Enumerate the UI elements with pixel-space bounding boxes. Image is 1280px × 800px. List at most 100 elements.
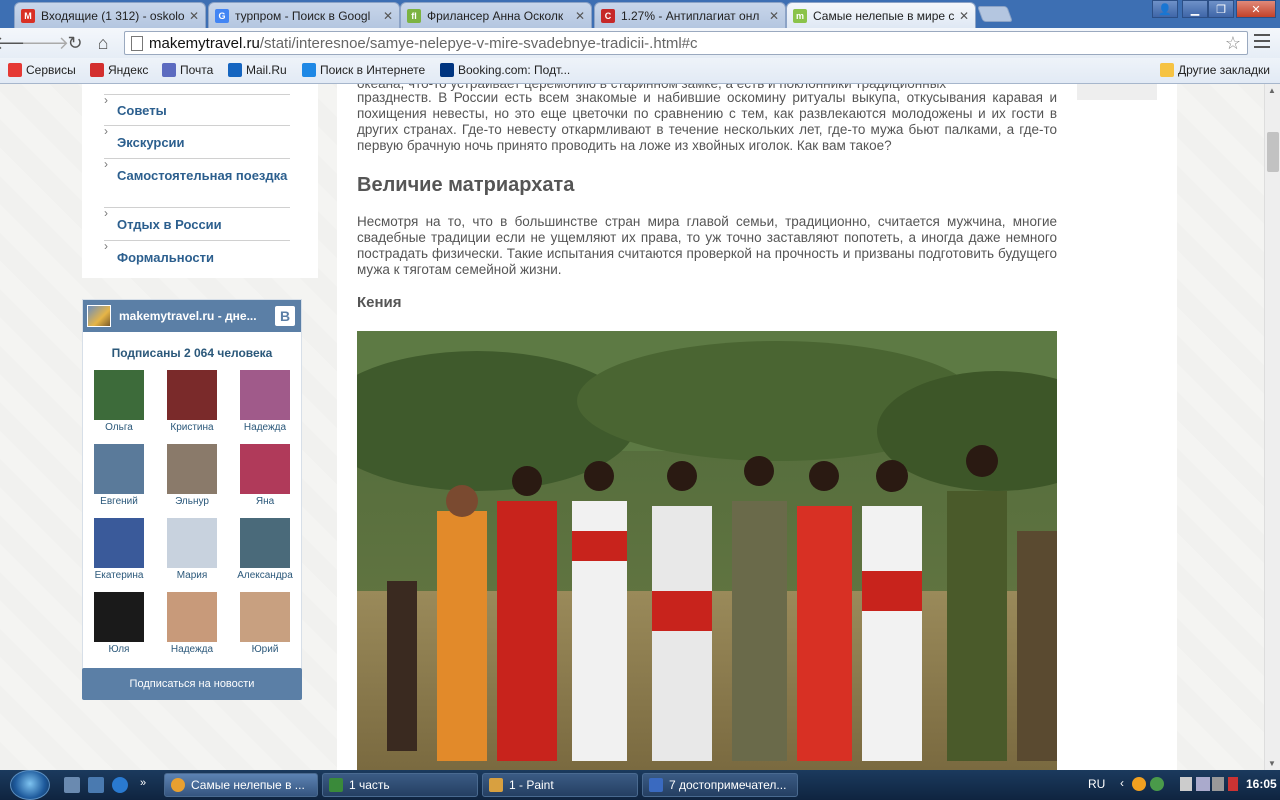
clock[interactable]: 16:05: [1246, 777, 1277, 791]
vk-header[interactable]: makemytravel.ru - дне... B: [83, 300, 301, 332]
article-intro: празднеств. В России есть всем знакомые …: [357, 90, 1057, 153]
explorer-icon[interactable]: [88, 777, 104, 793]
more-quicklaunch-icon[interactable]: »: [140, 777, 156, 793]
close-window-button[interactable]: ✕: [1236, 0, 1276, 18]
bookmark-star-icon[interactable]: ☆: [1225, 33, 1241, 54]
task-word-2[interactable]: 7 достопримечател...: [642, 773, 798, 797]
member-name[interactable]: Надежда: [235, 422, 295, 433]
member-avatar[interactable]: [94, 518, 144, 568]
tab-gmail[interactable]: M Входящие (1 312) - oskolo ✕: [14, 2, 206, 28]
minimize-button[interactable]: ▁: [1182, 0, 1208, 18]
vk-member[interactable]: Эльнур: [162, 444, 222, 507]
task-word-1[interactable]: 1 часть: [322, 773, 478, 797]
vk-member[interactable]: Надежда: [235, 370, 295, 433]
google-icon: G: [215, 8, 229, 23]
bookmark-yandex[interactable]: Яндекс: [90, 63, 148, 77]
vk-member[interactable]: Екатерина: [89, 518, 149, 581]
member-name[interactable]: Юля: [89, 644, 149, 655]
bookmark-services[interactable]: Сервисы: [8, 63, 76, 77]
subscribe-button[interactable]: Подписаться на новости: [82, 668, 302, 700]
close-tab-icon[interactable]: ✕: [189, 9, 199, 23]
tab-freelancer[interactable]: fl Фрилансер Анна Осколк ✕: [400, 2, 592, 28]
bookmark-search[interactable]: Поиск в Интернете: [302, 63, 425, 77]
bookmark-other[interactable]: Другие закладки: [1160, 63, 1270, 77]
member-name[interactable]: Юрий: [235, 644, 295, 655]
task-paint[interactable]: 1 - Paint: [482, 773, 638, 797]
vk-member[interactable]: Кристина: [162, 370, 222, 433]
bookmark-booking[interactable]: Booking.com: Подт...: [440, 63, 570, 77]
tab-active-article[interactable]: m Самые нелепые в мире с ✕: [786, 2, 976, 28]
tray-chevron-icon[interactable]: ‹: [1120, 776, 1124, 790]
category-formalities[interactable]: Формальности: [104, 238, 290, 275]
member-name[interactable]: Надежда: [162, 644, 222, 655]
member-avatar[interactable]: [94, 444, 144, 494]
tray-display-icon[interactable]: [1196, 777, 1210, 791]
vk-member[interactable]: Мария: [162, 518, 222, 581]
tray-app-icon-2[interactable]: [1150, 777, 1164, 791]
member-name[interactable]: Александра: [235, 570, 295, 581]
member-avatar[interactable]: [167, 370, 217, 420]
group-name[interactable]: makemytravel.ru - дне...: [119, 309, 257, 323]
vk-logo-icon[interactable]: B: [275, 306, 295, 326]
member-avatar[interactable]: [167, 592, 217, 642]
close-tab-icon[interactable]: ✕: [575, 9, 585, 23]
scroll-up-icon[interactable]: ▲: [1268, 86, 1276, 95]
tray-volume-icon[interactable]: [1212, 777, 1224, 791]
member-name[interactable]: Кристина: [162, 422, 222, 433]
member-name[interactable]: Яна: [235, 496, 295, 507]
category-sovety[interactable]: Советы: [104, 92, 290, 126]
tab-google-search[interactable]: G турпром - Поиск в Googl ✕: [208, 2, 400, 28]
tab-antiplagiat[interactable]: C 1.27% - Антиплагиат онл ✕: [594, 2, 786, 28]
member-avatar[interactable]: [94, 592, 144, 642]
vk-member[interactable]: Евгений: [89, 444, 149, 507]
maximize-button[interactable]: ❐: [1208, 0, 1234, 18]
page-icon: [131, 36, 143, 51]
vk-member[interactable]: Ольга: [89, 370, 149, 433]
bookmark-pochta[interactable]: Почта: [162, 63, 213, 77]
member-avatar[interactable]: [240, 518, 290, 568]
task-chrome[interactable]: Самые нелепые в ...: [164, 773, 318, 797]
tray-flag-icon[interactable]: [1228, 777, 1238, 791]
home-icon[interactable]: ⌂: [92, 32, 114, 54]
member-avatar[interactable]: [94, 370, 144, 420]
vk-member[interactable]: Юля: [89, 592, 149, 655]
member-name[interactable]: Ольга: [89, 422, 149, 433]
member-name[interactable]: Евгений: [89, 496, 149, 507]
member-avatar[interactable]: [167, 518, 217, 568]
member-name[interactable]: Мария: [162, 570, 222, 581]
user-icon[interactable]: 👤: [1152, 0, 1178, 18]
reload-button[interactable]: ↻: [64, 32, 86, 54]
forward-button[interactable]: 🡒: [21, 32, 69, 54]
tray-network-icon[interactable]: [1180, 777, 1192, 791]
group-avatar[interactable]: [87, 305, 111, 327]
tray-app-icon[interactable]: [1132, 777, 1146, 791]
vk-member[interactable]: Александра: [235, 518, 295, 581]
start-button[interactable]: [10, 770, 50, 800]
member-avatar[interactable]: [240, 444, 290, 494]
close-tab-icon[interactable]: ✕: [769, 9, 779, 23]
address-bar[interactable]: makemytravel.ru/stati/interesnoe/samye-n…: [124, 31, 1248, 55]
scroll-down-icon[interactable]: ▼: [1268, 759, 1276, 768]
menu-icon[interactable]: [1254, 34, 1270, 48]
vk-member[interactable]: Юрий: [235, 592, 295, 655]
scrollbar-thumb[interactable]: [1267, 132, 1279, 172]
bookmark-mailru[interactable]: Mail.Ru: [228, 63, 287, 77]
vk-member[interactable]: Надежда: [162, 592, 222, 655]
member-avatar[interactable]: [240, 592, 290, 642]
member-name[interactable]: Эльнур: [162, 496, 222, 507]
member-name[interactable]: Екатерина: [89, 570, 149, 581]
booking-icon: [440, 63, 454, 77]
show-desktop-icon[interactable]: [64, 777, 80, 793]
category-independent-trip[interactable]: Самостоятельная поездка: [104, 156, 290, 208]
ie-icon[interactable]: [112, 777, 128, 793]
vk-member[interactable]: Яна: [235, 444, 295, 507]
close-tab-icon[interactable]: ✕: [959, 9, 969, 23]
vertical-scrollbar[interactable]: ▲ ▼: [1264, 84, 1280, 770]
category-excursions[interactable]: Экскурсии: [104, 123, 290, 159]
close-tab-icon[interactable]: ✕: [383, 9, 393, 23]
new-tab-button[interactable]: [977, 6, 1013, 22]
language-indicator[interactable]: RU: [1088, 777, 1105, 791]
category-russia[interactable]: Отдых в России: [104, 205, 290, 241]
member-avatar[interactable]: [167, 444, 217, 494]
member-avatar[interactable]: [240, 370, 290, 420]
